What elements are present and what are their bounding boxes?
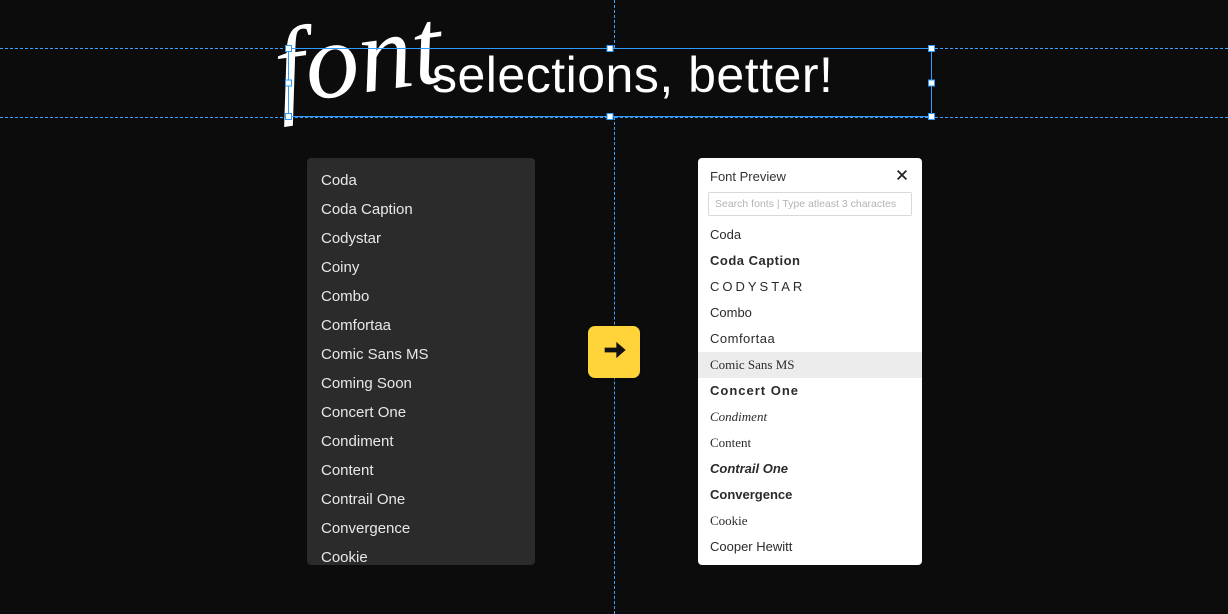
font-preview-item[interactable]: Contrail One [698, 456, 922, 482]
font-list-item[interactable]: Coiny [307, 253, 535, 282]
font-preview-item[interactable]: Concert One [698, 378, 922, 404]
font-list-item[interactable]: Coming Soon [307, 369, 535, 398]
font-search-input[interactable]: Search fonts | Type atleast 3 charactes [708, 192, 912, 216]
font-preview-item[interactable]: Content [698, 430, 922, 456]
font-preview-list: CodaCoda CaptionCODYSTARComboComfortaaCo… [698, 222, 922, 565]
transform-arrow-button[interactable] [588, 326, 640, 378]
font-list-item[interactable]: Coda Caption [307, 195, 535, 224]
heading-text-element[interactable]: font selections, better! [288, 24, 932, 134]
heading-script-word: font [267, 0, 448, 123]
font-list-item[interactable]: Comic Sans MS [307, 340, 535, 369]
font-list-item[interactable]: Combo [307, 282, 535, 311]
font-list-item[interactable]: Convergence [307, 514, 535, 543]
arrow-right-icon [600, 336, 628, 369]
font-preview-item[interactable]: Condiment [698, 404, 922, 430]
font-list-item[interactable]: Contrail One [307, 485, 535, 514]
font-list-item[interactable]: Cookie [307, 543, 535, 565]
font-preview-item[interactable]: CODYSTAR [698, 274, 922, 300]
font-list-item[interactable]: Condiment [307, 427, 535, 456]
font-preview-item[interactable]: Convergence [698, 482, 922, 508]
font-preview-item[interactable]: Cookie [698, 508, 922, 534]
font-preview-item[interactable]: Comfortaa [698, 326, 922, 352]
heading-rest-text: selections, better! [432, 46, 833, 104]
close-button[interactable] [894, 168, 910, 184]
font-preview-item[interactable]: Coda [698, 222, 922, 248]
font-preview-item[interactable]: Coda Caption [698, 248, 922, 274]
font-list-item[interactable]: Comfortaa [307, 311, 535, 340]
font-list-item[interactable]: Concert One [307, 398, 535, 427]
font-preview-item[interactable]: Cooper Hewitt [698, 534, 922, 560]
font-preview-item[interactable]: Comic Sans MS [698, 352, 922, 378]
font-list-item[interactable]: Coda [307, 166, 535, 195]
font-preview-panel: Font Preview Search fonts | Type atleast… [698, 158, 922, 565]
close-icon [895, 168, 909, 185]
font-preview-item[interactable]: Copperplate [698, 560, 922, 565]
font-list-item[interactable]: Content [307, 456, 535, 485]
font-list-item[interactable]: Codystar [307, 224, 535, 253]
plain-font-list-panel: Coda Coda Caption Codystar Coiny Combo C… [307, 158, 535, 565]
font-preview-item[interactable]: Combo [698, 300, 922, 326]
font-preview-title: Font Preview [710, 169, 786, 184]
